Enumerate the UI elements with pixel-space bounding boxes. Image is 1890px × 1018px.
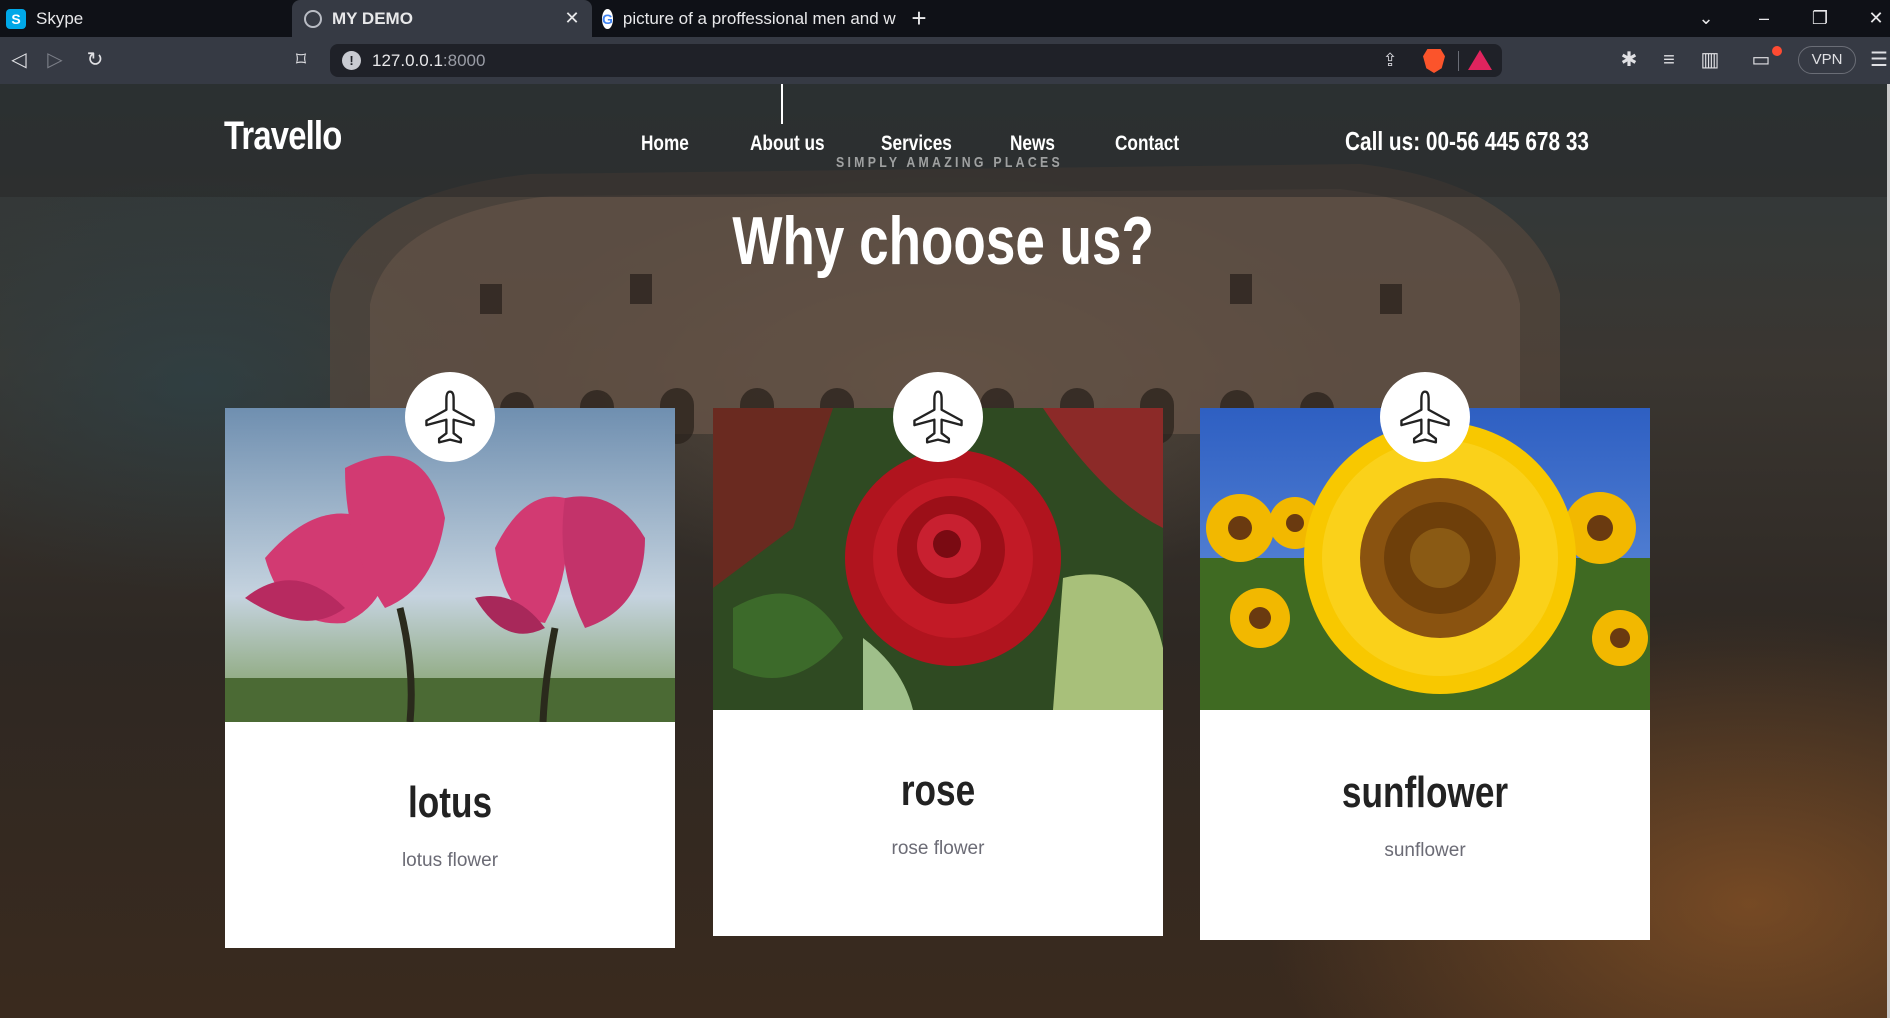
tab-google-search[interactable]: G picture of a proffessional men and wo (596, 0, 896, 37)
tab-my-demo[interactable]: MY DEMO ✕ (292, 0, 592, 37)
close-window-icon[interactable]: ✕ (1864, 6, 1888, 30)
tab-title: picture of a proffessional men and wo (622, 8, 896, 28)
brave-shields-icon[interactable] (1423, 49, 1445, 73)
card-badge (405, 372, 495, 462)
vpn-button[interactable]: VPN (1798, 46, 1856, 74)
extensions-icon[interactable]: ✱ (1616, 47, 1642, 73)
nav-active-indicator (781, 84, 783, 124)
tab-skype[interactable]: S Skype (0, 0, 292, 37)
airplane-icon (913, 390, 963, 444)
tab-search-chevron-icon[interactable]: ⌄ (1694, 6, 1718, 30)
address-bar[interactable]: ! 127.0.0.1:8000 ⇪ (330, 44, 1502, 77)
close-tab-button[interactable]: ✕ (562, 8, 582, 28)
card-description: lotus flower (401, 850, 499, 871)
menu-icon[interactable]: ☰ (1866, 47, 1890, 73)
nav-news[interactable]: News (1010, 132, 1055, 156)
card-rose[interactable]: rose rose flower (713, 372, 1163, 936)
card-sunflower[interactable]: sunflower sunflower (1200, 372, 1650, 940)
card-body: sunflower sunflower (1200, 710, 1650, 940)
site-info-icon[interactable]: ! (342, 51, 361, 70)
share-icon[interactable]: ⇪ (1378, 48, 1402, 72)
nav-home[interactable]: Home (641, 132, 689, 156)
tagline: SIMPLY AMAZING PLACES (836, 154, 1063, 171)
nav-contact[interactable]: Contact (1115, 132, 1179, 156)
card-badge (1380, 372, 1470, 462)
site-header: Travello Home About us Services News Con… (0, 84, 1887, 197)
nav-services[interactable]: Services (881, 132, 952, 156)
url-text[interactable]: 127.0.0.1:8000 (372, 51, 485, 71)
card-body: rose rose flower (713, 710, 1163, 936)
browser-toolbar: ◁ ▷ ↻ ⌑ ! 127.0.0.1:8000 ⇪ ✱ ≡ ▥ ▭ VPN ☰ (0, 37, 1890, 84)
section-title: Why choose us? (732, 203, 1155, 279)
back-icon[interactable]: ◁ (6, 47, 32, 73)
card-title: rose (900, 766, 976, 815)
bookmark-icon[interactable]: ⌑ (288, 47, 314, 73)
tab-title: MY DEMO (332, 8, 413, 28)
card-lotus[interactable]: lotus lotus flower (225, 372, 675, 948)
sidebar-icon[interactable]: ▥ (1697, 47, 1723, 73)
skype-icon: S (6, 8, 26, 29)
notification-dot (1772, 46, 1782, 56)
reload-icon[interactable]: ↻ (82, 47, 108, 73)
globe-icon (304, 9, 322, 28)
card-title: sunflower (1341, 768, 1509, 817)
card-body: lotus lotus flower (225, 722, 675, 948)
forward-icon[interactable]: ▷ (42, 47, 68, 73)
card-title: lotus (407, 778, 493, 827)
site-logo[interactable]: Travello (224, 114, 342, 159)
card-description: sunflower (1384, 840, 1466, 861)
google-icon: G (602, 8, 613, 29)
restore-icon[interactable]: ❐ (1808, 6, 1832, 30)
browser-tab-bar: S Skype MY DEMO ✕ G picture of a proffes… (0, 0, 1890, 37)
wallet-icon[interactable]: ▭ (1748, 47, 1774, 73)
call-us-phone: Call us: 00-56 445 678 33 (1345, 126, 1589, 156)
airplane-icon (1400, 390, 1450, 444)
airplane-icon (425, 390, 475, 444)
divider (1458, 51, 1459, 71)
card-badge (893, 372, 983, 462)
playlist-icon[interactable]: ≡ (1656, 47, 1682, 73)
new-tab-button[interactable]: + (905, 4, 933, 32)
tab-title: Skype (36, 8, 84, 28)
brave-rewards-icon[interactable] (1468, 50, 1492, 70)
card-description: rose flower (891, 838, 985, 859)
page-viewport: Travello Home About us Services News Con… (0, 84, 1890, 1018)
nav-about-us[interactable]: About us (750, 132, 825, 156)
minimize-icon[interactable]: – (1752, 6, 1776, 30)
